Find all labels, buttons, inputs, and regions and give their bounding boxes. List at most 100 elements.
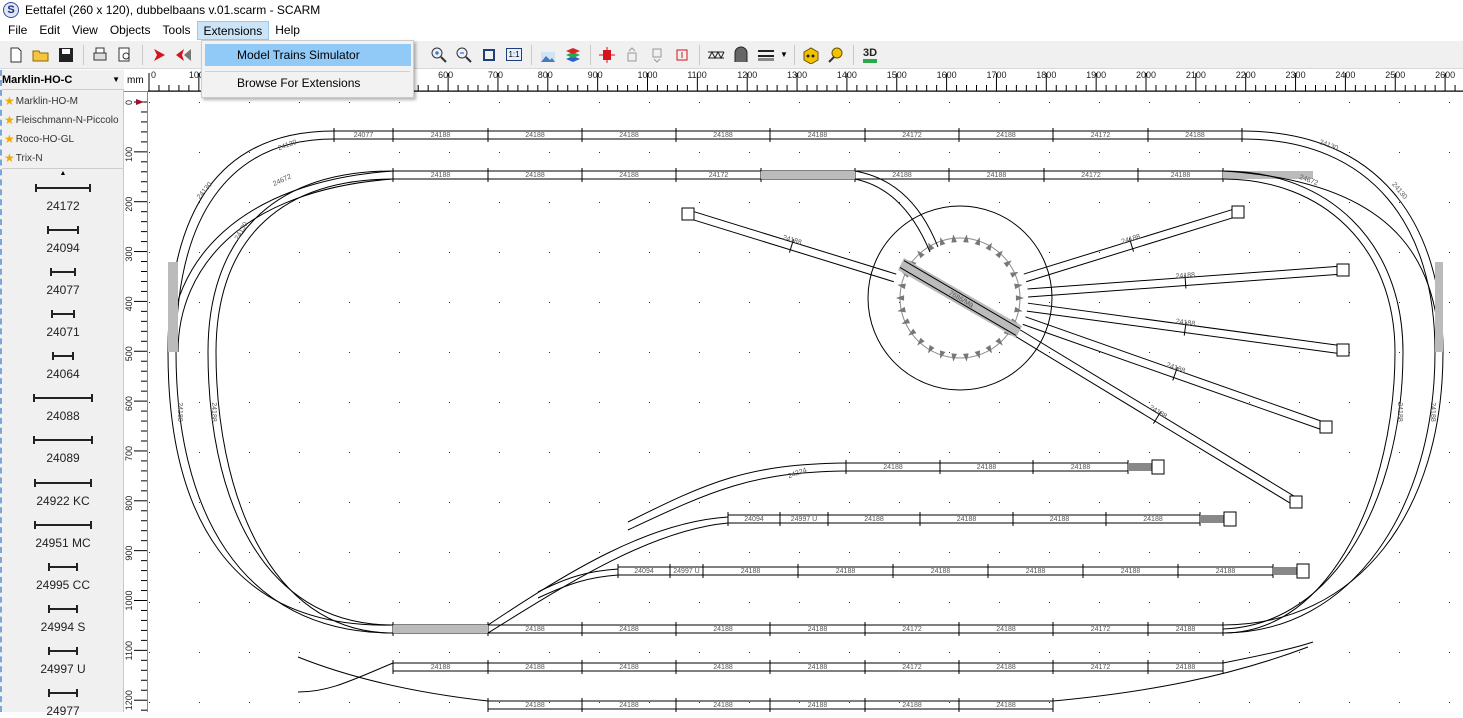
grid-dot [349, 302, 350, 303]
ruler-tick-label: 300 [124, 247, 134, 262]
buffer-fill [1200, 515, 1224, 523]
grid-dot [649, 302, 650, 303]
track-layout[interactable]: 24077 24188 24188 24188 24188 24188 24172 24188… [148, 92, 1463, 712]
menu-view[interactable]: View [66, 21, 104, 40]
raise-height-button[interactable] [620, 43, 644, 67]
part-label: 24088 [46, 409, 80, 423]
measure-button[interactable] [824, 43, 848, 67]
grid-dot [849, 552, 850, 553]
grid-dot [799, 552, 800, 553]
grid-dot [649, 552, 650, 553]
elevation-button[interactable] [670, 43, 694, 67]
grid-dot [949, 652, 950, 653]
favorite-library-item[interactable]: ★ Fleischmann-N-Piccolo [4, 111, 119, 129]
grid-dot [1049, 502, 1050, 503]
grid-dot [649, 152, 650, 153]
scroll-up-arrow-icon[interactable]: ▲ [2, 170, 124, 177]
lower-height-button[interactable] [645, 43, 669, 67]
ruler-tick-label: 1100 [124, 641, 134, 660]
layers-button[interactable] [561, 43, 585, 67]
track-label: 24672 [272, 173, 293, 188]
ruler-box-button[interactable] [799, 43, 823, 67]
bridge-button[interactable] [704, 43, 728, 67]
grid-dot [599, 652, 600, 653]
grid-dot [949, 402, 950, 403]
favorite-library-item[interactable]: ★ Roco-HO-GL [4, 130, 74, 148]
track-piece-icon [34, 479, 92, 487]
tunnel-button[interactable] [729, 43, 753, 67]
menu-objects[interactable]: Objects [104, 21, 157, 40]
zoom-fit-button[interactable] [477, 43, 501, 67]
grid-dot [149, 152, 150, 153]
open-button[interactable] [29, 43, 53, 67]
grid-dot [299, 302, 300, 303]
grid-dot [199, 102, 200, 103]
track-label: 24188 [1143, 516, 1163, 523]
grid-dot [699, 152, 700, 153]
menu-edit[interactable]: Edit [33, 21, 66, 40]
favorite-library-item[interactable]: ★ Trix-N [4, 149, 43, 167]
track-label: 24172 [902, 132, 922, 139]
print-button[interactable] [88, 43, 112, 67]
grid-dot [999, 102, 1000, 103]
track-ends-dropdown[interactable]: ▼ [779, 43, 789, 67]
grid-dot [799, 152, 800, 153]
favorite-library-item[interactable]: ★ Marklin-HO-M [4, 92, 78, 110]
grid-dot [499, 652, 500, 653]
menu-extensions[interactable]: Extensions [196, 21, 270, 40]
menu-file[interactable]: File [2, 21, 33, 40]
grid-dot [1249, 602, 1250, 603]
toolbar-separator [142, 44, 143, 65]
ruler-tick-label: 2600 [1435, 70, 1455, 80]
grid-dot [349, 152, 350, 153]
track-label: 24172 [1081, 172, 1101, 179]
print-preview-button[interactable] [113, 43, 137, 67]
zoom-1-1-button[interactable]: 1:1 [502, 43, 526, 67]
track-label: 24172 [1091, 626, 1111, 633]
grid-dot [999, 152, 1000, 153]
grid-dot [149, 202, 150, 203]
library-select[interactable]: Marklin-HO-C ▼ [2, 70, 124, 90]
view-3d-button[interactable]: 3D [858, 43, 882, 67]
track-ends-button[interactable] [754, 43, 778, 67]
grid-dot [199, 552, 200, 553]
buffer-stop [681, 207, 695, 221]
buffer-stop [1336, 263, 1350, 277]
menu-tools[interactable]: Tools [157, 21, 197, 40]
grid-dot [699, 202, 700, 203]
zoom-out-button[interactable] [452, 43, 476, 67]
grid-dot [949, 502, 950, 503]
background-image-button[interactable] [536, 43, 560, 67]
grid-dot [299, 452, 300, 453]
track-label: 24188 [619, 172, 639, 179]
zoom-in-button[interactable] [427, 43, 451, 67]
grid-dot [849, 702, 850, 703]
part-label: 24995 CC [35, 578, 91, 592]
save-button[interactable] [54, 43, 78, 67]
grid-dot [1349, 102, 1350, 103]
menu-help[interactable]: Help [269, 21, 306, 40]
track-label: 24188 [431, 132, 451, 139]
menu-item-browse-for-extensions[interactable]: Browse For Extensions [205, 72, 411, 94]
run-button[interactable] [147, 43, 171, 67]
rail [1222, 138, 1436, 634]
grid-dot [299, 502, 300, 503]
turntable-stall-marker [901, 318, 911, 325]
grid-dot [1099, 152, 1100, 153]
grid-dot [1149, 352, 1150, 353]
menu-item-model-trains-simulator[interactable]: Model Trains Simulator [205, 44, 411, 66]
grid-dot [1449, 602, 1450, 603]
grid-dot [1399, 352, 1400, 353]
new-file-button[interactable] [4, 43, 28, 67]
rail [537, 568, 619, 593]
ruler-tick-label: 2200 [1236, 70, 1256, 80]
height-point-button[interactable] [595, 43, 619, 67]
grid-dot [1199, 502, 1200, 503]
rewind-button[interactable] [172, 43, 196, 67]
grid-dot [399, 152, 400, 153]
grid-dot [1099, 202, 1100, 203]
track-label: 24188 [957, 516, 977, 523]
track-label: 24188 [431, 664, 451, 671]
grid-dot [1449, 102, 1450, 103]
layout-canvas[interactable]: 24077 24188 24188 24188 24188 24188 24172 24188… [148, 92, 1463, 712]
